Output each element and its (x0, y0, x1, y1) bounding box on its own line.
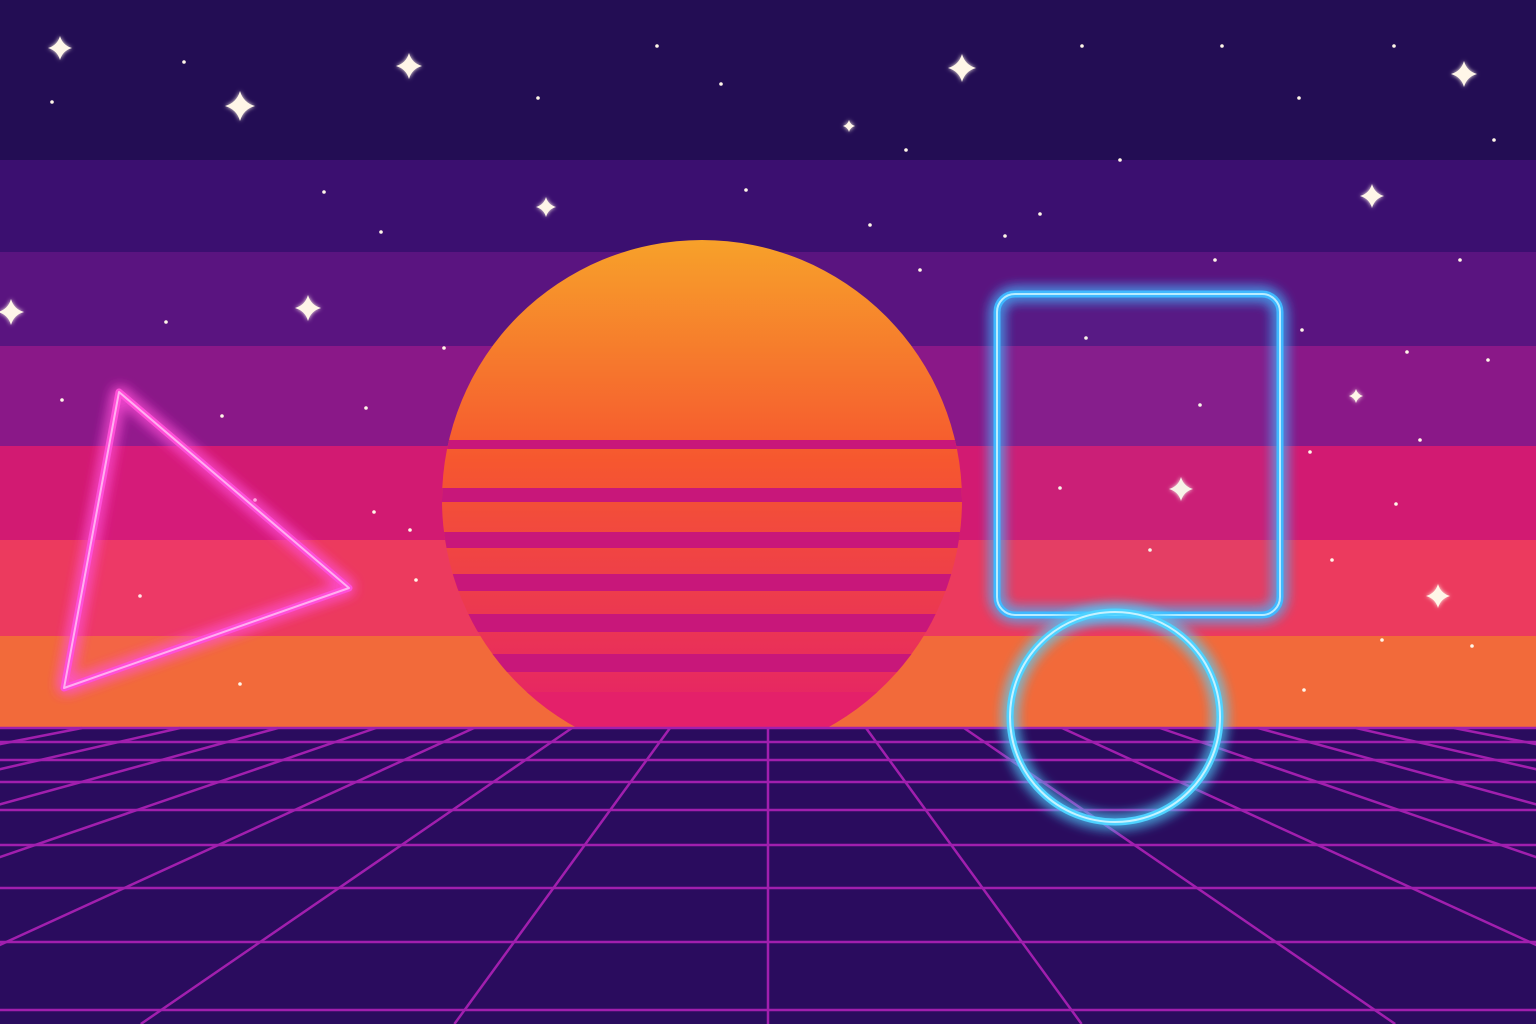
star-dot (379, 230, 383, 234)
star-dot (1308, 450, 1312, 454)
star-dot (238, 682, 242, 686)
synthwave-scene (0, 0, 1536, 1024)
star-dot (719, 82, 723, 86)
sun-stripe (442, 614, 962, 632)
star-dot (1418, 438, 1422, 442)
star-dot (868, 223, 872, 227)
star-dot (182, 60, 186, 64)
star-dot (442, 346, 446, 350)
star-dot (408, 528, 412, 532)
star-dot (1470, 644, 1474, 648)
star-dot (1394, 502, 1398, 506)
star-dot (322, 190, 326, 194)
perspective-grid (0, 726, 1536, 1024)
star-dot (1302, 688, 1306, 692)
star-dot (1392, 44, 1396, 48)
sun-stripe (442, 488, 962, 502)
star-dot (372, 510, 376, 514)
star-dot (1458, 258, 1462, 262)
star-dot (164, 320, 168, 324)
star-dot (1080, 44, 1084, 48)
star-dot (1213, 258, 1217, 262)
star-dot (1118, 158, 1122, 162)
sky-band (0, 160, 1536, 252)
sun-stripe (442, 532, 962, 548)
star-dot (1003, 234, 1007, 238)
star-dot (1038, 212, 1042, 216)
star-dot (1297, 96, 1301, 100)
neon-rounded-square (993, 290, 1284, 619)
sun-stripe (442, 440, 962, 449)
star-dot (50, 100, 54, 104)
star-dot (744, 188, 748, 192)
star-dot (918, 268, 922, 272)
star-dot (655, 44, 659, 48)
star-dot (1486, 358, 1490, 362)
star-dot (253, 498, 257, 502)
star-dot (60, 398, 64, 402)
star-dot (1300, 328, 1304, 332)
star-dot (1405, 350, 1409, 354)
star-dot (220, 414, 224, 418)
star-dot (904, 148, 908, 152)
star-dot (414, 578, 418, 582)
star-dot (536, 96, 540, 100)
star-dot (364, 406, 368, 410)
star-dot (1492, 138, 1496, 142)
star-dot (1330, 558, 1334, 562)
star-dot (1380, 638, 1384, 642)
star-dot (1220, 44, 1224, 48)
sky-band (0, 0, 1536, 160)
sun-stripe (442, 574, 962, 591)
